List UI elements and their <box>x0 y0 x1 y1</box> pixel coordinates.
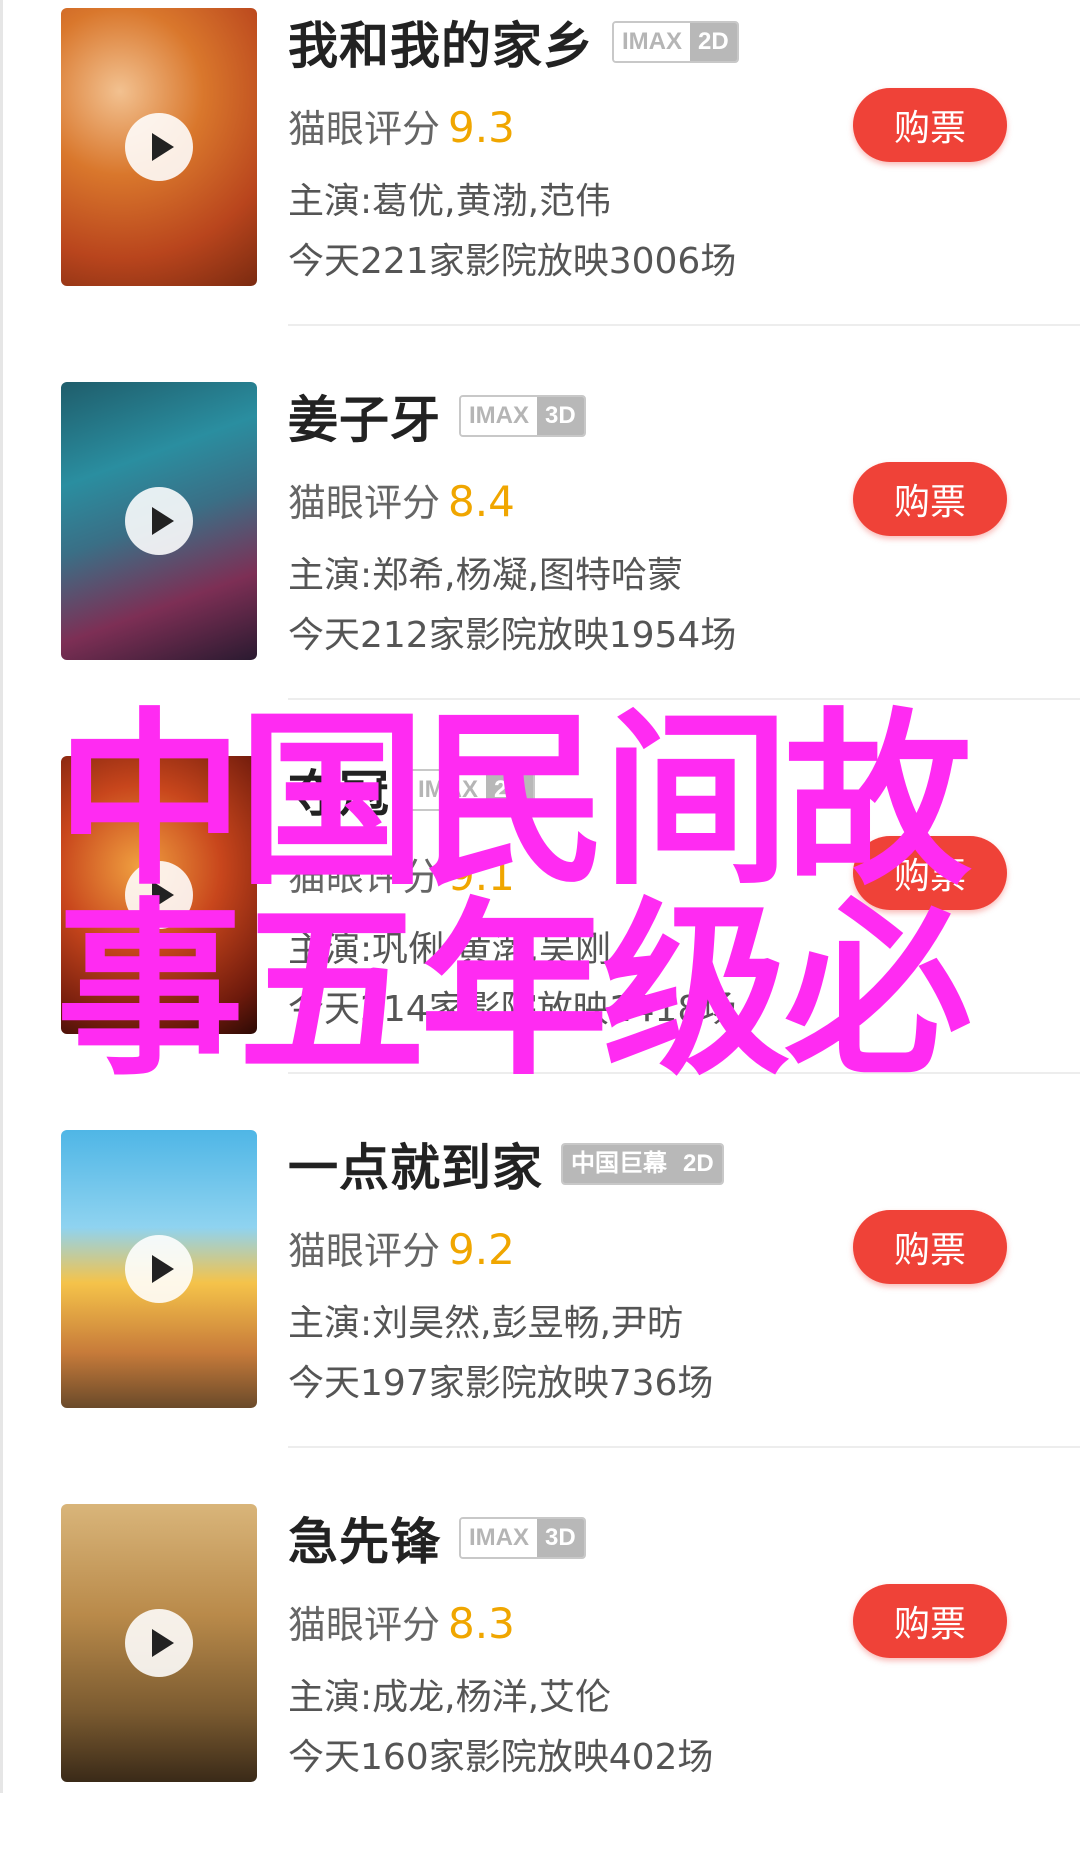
title-row: 我和我的家乡 IMAX 2D <box>288 12 739 75</box>
movie-poster[interactable] <box>61 8 257 286</box>
score-value: 9.2 <box>448 1225 515 1274</box>
movie-item[interactable]: 急先锋 IMAX 3D 猫眼评分 8.3 主演:成龙,杨洋,艾伦 今天160家影院… <box>0 1496 1080 1870</box>
format-label: IMAX <box>614 23 690 61</box>
overlay-line-1: 中国民间故 <box>56 692 972 911</box>
format-tag: IMAX 3D <box>459 395 586 437</box>
format-tag: IMAX 3D <box>459 1517 586 1559</box>
score-row: 猫眼评分 8.4 <box>288 472 515 527</box>
play-icon[interactable] <box>125 113 193 181</box>
showings-text: 今天160家影院放映402场 <box>288 1737 714 1778</box>
movie-item[interactable]: 一点就到家 中国巨幕 2D 猫眼评分 9.2 主演:刘昊然,彭昱畅,尹昉 今天19… <box>0 1122 1080 1496</box>
play-icon[interactable] <box>125 487 193 555</box>
overlay-caption: 中国民间故 事五年级必 <box>56 708 1046 1088</box>
movie-poster[interactable] <box>61 1130 257 1408</box>
divider <box>288 1446 1080 1448</box>
format-tag: 中国巨幕 2D <box>561 1143 724 1185</box>
dimension-label: 3D <box>537 397 584 435</box>
movie-title: 急先锋 <box>288 1513 441 1571</box>
format-label: IMAX <box>461 1519 537 1557</box>
dimension-label: 3D <box>537 1519 584 1557</box>
score-label: 猫眼评分 <box>288 1229 441 1273</box>
showings-text: 今天212家影院放映1954场 <box>288 615 737 656</box>
cast-text: 主演:葛优,黄渤,范伟 <box>288 181 612 222</box>
score-row: 猫眼评分 8.3 <box>288 1594 515 1649</box>
overlay-line-2: 事五年级必 <box>56 882 972 1101</box>
score-value: 8.4 <box>448 477 515 526</box>
cast-text: 主演:郑希,杨凝,图特哈蒙 <box>288 555 684 596</box>
movie-title: 我和我的家乡 <box>288 17 594 75</box>
score-label: 猫眼评分 <box>288 1603 441 1647</box>
play-icon[interactable] <box>125 1235 193 1303</box>
play-icon[interactable] <box>125 1609 193 1677</box>
format-label: 中国巨幕 <box>563 1145 675 1183</box>
cast-text: 主演:刘昊然,彭昱畅,尹昉 <box>288 1303 684 1344</box>
score-value: 8.3 <box>448 1599 515 1648</box>
buy-ticket-button[interactable]: 购票 <box>853 88 1007 162</box>
title-row: 急先锋 IMAX 3D <box>288 1508 586 1571</box>
movie-poster[interactable] <box>61 1504 257 1782</box>
movie-title: 姜子牙 <box>288 391 441 449</box>
score-label: 猫眼评分 <box>288 481 441 525</box>
movie-poster[interactable] <box>61 382 257 660</box>
title-row: 一点就到家 中国巨幕 2D <box>288 1134 724 1197</box>
dimension-label: 2D <box>690 23 737 61</box>
divider <box>288 324 1080 326</box>
score-label: 猫眼评分 <box>288 107 441 151</box>
buy-ticket-button[interactable]: 购票 <box>853 462 1007 536</box>
format-label: IMAX <box>461 397 537 435</box>
showings-text: 今天197家影院放映736场 <box>288 1363 714 1404</box>
format-tag: IMAX 2D <box>612 21 739 63</box>
score-row: 猫眼评分 9.3 <box>288 98 515 153</box>
score-value: 9.3 <box>448 103 515 152</box>
dimension-label: 2D <box>675 1145 722 1183</box>
showings-text: 今天221家影院放映3006场 <box>288 241 737 282</box>
movie-item[interactable]: 我和我的家乡 IMAX 2D 猫眼评分 9.3 主演:葛优,黄渤,范伟 今天221… <box>0 0 1080 374</box>
buy-ticket-button[interactable]: 购票 <box>853 1584 1007 1658</box>
movie-title: 一点就到家 <box>288 1139 543 1197</box>
score-row: 猫眼评分 9.2 <box>288 1220 515 1275</box>
buy-ticket-button[interactable]: 购票 <box>853 1210 1007 1284</box>
cast-text: 主演:成龙,杨洋,艾伦 <box>288 1677 612 1718</box>
title-row: 姜子牙 IMAX 3D <box>288 386 586 449</box>
